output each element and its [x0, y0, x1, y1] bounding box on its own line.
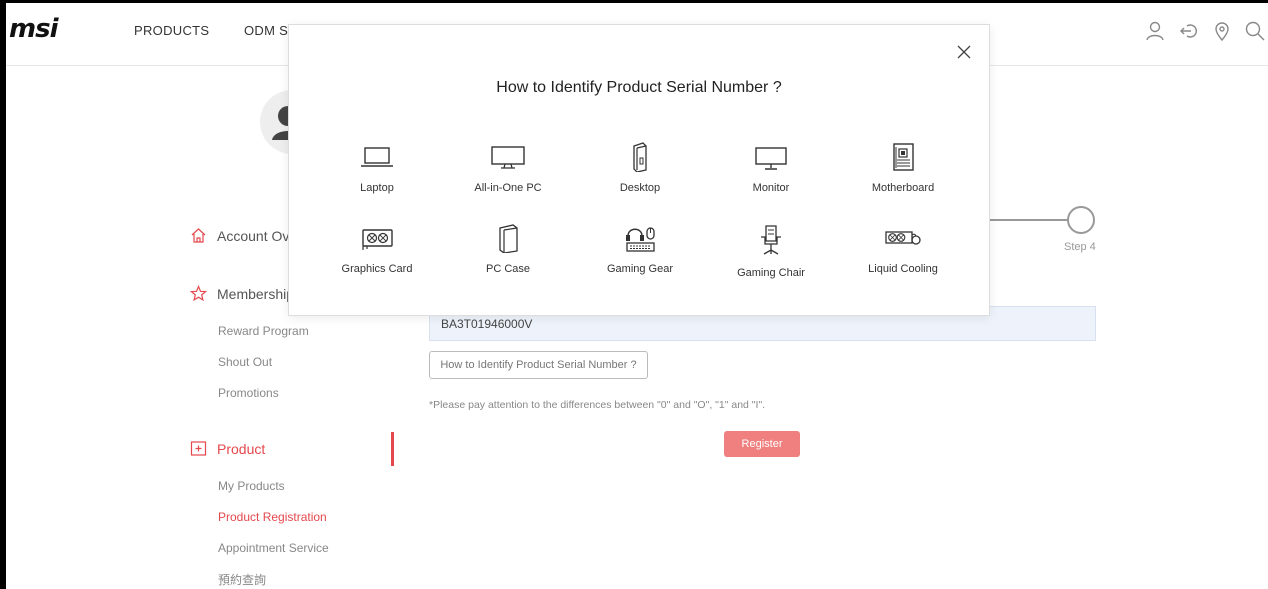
laptop-icon: [361, 147, 393, 167]
search-icon[interactable]: [1244, 20, 1266, 42]
modal-item-label: Graphics Card: [341, 263, 413, 275]
liquid-cooling-icon: [885, 231, 921, 245]
step-4-label: Step 4: [1064, 241, 1096, 253]
modal-title: How to Identify Product Serial Number ?: [496, 79, 782, 96]
active-indicator: [391, 432, 394, 466]
modal-item-graphics-card[interactable]: Graphics Card: [312, 223, 442, 275]
gaming-gear-icon: [626, 227, 655, 252]
identify-serial-button[interactable]: How to Identify Product Serial Number ?: [429, 351, 648, 379]
modal-item-monitor[interactable]: Monitor: [706, 142, 836, 194]
location-icon[interactable]: [1211, 20, 1233, 42]
gaming-chair-icon: [761, 225, 781, 255]
graphics-card-icon: [362, 229, 393, 250]
sidebar-membership[interactable]: Membership: [190, 285, 294, 302]
modal-item-laptop[interactable]: Laptop: [312, 142, 442, 194]
close-icon[interactable]: [957, 45, 971, 59]
star-icon: [190, 285, 207, 302]
modal-item-gaming-chair[interactable]: Gaming Chair: [706, 223, 836, 279]
step-connector: [990, 219, 1068, 221]
modal-item-label: Liquid Cooling: [868, 263, 938, 275]
modal-item-label: Motherboard: [871, 182, 935, 194]
sidebar-my-products[interactable]: My Products: [218, 479, 285, 493]
user-icon[interactable]: [1144, 20, 1166, 42]
modal-item-label: PC Case: [485, 263, 531, 275]
sidebar-product-label: Product: [217, 440, 266, 457]
logout-icon[interactable]: [1178, 20, 1200, 42]
monitor-icon: [755, 147, 787, 170]
modal-item-liquid-cooling[interactable]: Liquid Cooling: [838, 223, 968, 275]
all-in-one-pc-icon: [491, 146, 525, 169]
modal-item-desktop[interactable]: Desktop: [575, 142, 705, 194]
msi-logo[interactable]: msi: [9, 14, 58, 44]
sidebar-product[interactable]: Product: [190, 440, 265, 457]
sidebar-appointment-service[interactable]: Appointment Service: [218, 541, 329, 555]
sidebar-shout-out[interactable]: Shout Out: [218, 355, 272, 369]
modal-item-pc-case[interactable]: PC Case: [443, 223, 573, 275]
sidebar-membership-label: Membership: [217, 285, 295, 302]
nav-products[interactable]: PRODUCTS: [134, 23, 209, 38]
modal-item-label: Desktop: [619, 182, 661, 194]
step-4-indicator: [1067, 206, 1095, 234]
sidebar-account-overview[interactable]: Account Ove: [190, 227, 297, 244]
sidebar-promotions[interactable]: Promotions: [218, 386, 279, 400]
register-button[interactable]: Register: [724, 431, 800, 457]
top-border: [0, 0, 1268, 3]
pc-case-icon: [499, 224, 518, 253]
modal-item-label: Monitor: [752, 182, 790, 194]
modal-item-all-in-one-pc[interactable]: All-in-One PC: [443, 142, 573, 194]
sidebar-reward-program[interactable]: Reward Program: [218, 324, 309, 338]
modal-item-label: All-in-One PC: [474, 182, 542, 194]
serial-note: *Please pay attention to the differences…: [429, 399, 766, 411]
left-border: [0, 0, 6, 589]
serial-help-modal: How to Identify Product Serial Number ? …: [288, 24, 990, 316]
sidebar-account-overview-label: Account Ove: [217, 227, 298, 244]
modal-item-label: Gaming Gear: [606, 263, 674, 275]
modal-item-label: Gaming Chair: [737, 267, 805, 279]
product-icon: [190, 441, 207, 456]
motherboard-icon: [893, 143, 914, 171]
desktop-icon: [633, 142, 647, 172]
modal-item-motherboard[interactable]: Motherboard: [838, 142, 968, 194]
home-icon: [191, 228, 206, 243]
sidebar-product-registration[interactable]: Product Registration: [218, 510, 327, 524]
modal-item-label: Laptop: [360, 182, 394, 194]
sidebar-appointment-query[interactable]: 預約查詢: [218, 571, 266, 588]
modal-item-gaming-gear[interactable]: Gaming Gear: [575, 223, 705, 275]
